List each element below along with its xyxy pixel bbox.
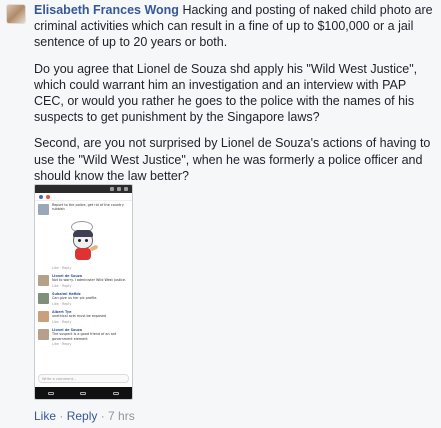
attachment-avatar: [38, 275, 49, 287]
love-reaction-icon: [46, 194, 50, 199]
sticker-image: [35, 219, 132, 265]
comment-paragraph-1: Elisabeth Frances Wong Hacking and posti…: [34, 2, 436, 51]
attachment-comment-text: Not to worry. I administer Wild West Jus…: [52, 278, 127, 283]
comment-paragraph-2: Do you agree that Lionel de Souza shd ap…: [34, 61, 418, 125]
comment-paragraph-3: Second, are you not surprised by Lionel …: [34, 136, 431, 183]
attachment-comment-input: Write a comment...: [38, 374, 129, 383]
attachment-comment-text: unethical acts must be exposed: [52, 314, 107, 319]
character-body-icon: [75, 248, 91, 260]
attachment-comment: Albert Tye unethical acts must be expose…: [35, 308, 132, 326]
attachment-avatar: [38, 293, 49, 305]
attachment-comment: Lionel de Souza Not to worry. I administ…: [35, 272, 132, 290]
attachment-comment-text: Can give us her pic profile.: [52, 296, 98, 301]
avatar[interactable]: [6, 4, 26, 24]
attachment-comment-text: The suspect is a good friend of an ant g…: [52, 332, 117, 341]
action-separator: ·: [56, 409, 67, 423]
attachment-avatar: [38, 204, 49, 215]
like-reaction-icon: [39, 194, 43, 199]
comment-body: Elisabeth Frances Wong Hacking and posti…: [34, 2, 436, 194]
phone-status-bar: [35, 185, 132, 193]
attachment-comment: Report to the police, get rid of the cou…: [35, 201, 132, 219]
comment-actions: Like · Reply · 7 hrs: [34, 409, 135, 423]
action-separator: ·: [97, 409, 109, 423]
author-name[interactable]: Elisabeth Frances Wong: [34, 3, 179, 17]
attachment-avatar: [38, 311, 49, 323]
attachment-avatar: [38, 329, 49, 341]
reply-link[interactable]: Reply: [67, 409, 98, 423]
comment: Elisabeth Frances Wong Hacking and posti…: [0, 0, 441, 428]
screenshot-attachment[interactable]: Report to the police, get rid of the cou…: [34, 184, 133, 400]
like-link[interactable]: Like: [34, 409, 56, 423]
phone-nav-bar: [35, 387, 132, 399]
attachment-comment-text: Report to the police, get rid of the cou…: [52, 203, 124, 212]
reaction-summary: [35, 193, 132, 201]
attachment-comment: Suhaimi Hafidz Can give us her pic profi…: [35, 290, 132, 308]
timestamp[interactable]: 7 hrs: [108, 409, 135, 423]
attachment-comment: Lionel de Souza The suspect is a good fr…: [35, 326, 132, 348]
